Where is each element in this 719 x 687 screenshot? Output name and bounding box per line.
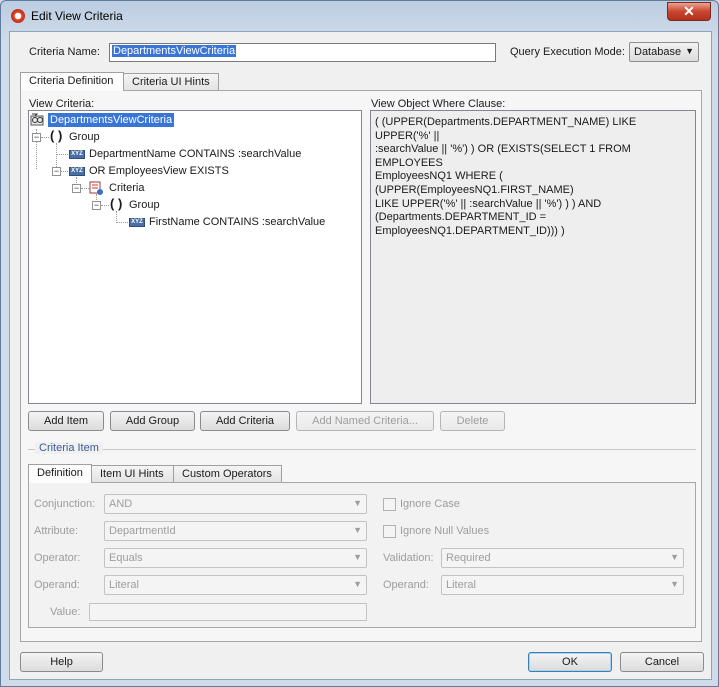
tree-connector <box>116 222 128 223</box>
ignore-case-label: Ignore Case <box>400 498 460 510</box>
tree-item-department-name[interactable]: DepartmentName CONTAINS :searchValue <box>89 146 301 162</box>
where-clause-line: ( (UPPER(Departments.DEPARTMENT_NAME) LI… <box>375 116 637 142</box>
collapse-icon[interactable]: − <box>52 167 61 176</box>
query-execution-mode-select[interactable]: Database ▼ <box>629 42 699 62</box>
where-clause-label: View Object Where Clause: <box>371 98 506 110</box>
dialog-body: Criteria Name: DepartmentsViewCriteria Q… <box>9 31 712 680</box>
chevron-down-icon: ▼ <box>670 552 679 562</box>
collapse-icon[interactable]: − <box>32 133 41 142</box>
validation-value: Required <box>446 552 491 564</box>
tab-definition[interactable]: Definition <box>28 464 92 483</box>
add-criteria-button[interactable]: Add Criteria <box>200 411 290 431</box>
query-mode-value: Database <box>634 46 682 58</box>
conjunction-label: Conjunction: <box>34 498 96 510</box>
window-title: Edit View Criteria <box>31 9 123 23</box>
operand-value: Literal <box>109 579 139 591</box>
tab-item-ui-hints[interactable]: Item UI Hints <box>91 465 174 483</box>
delete-button[interactable]: Delete <box>440 411 505 431</box>
attribute-value: DepartmentId <box>109 525 176 537</box>
value-field[interactable] <box>89 603 367 621</box>
criteria-name-value: DepartmentsViewCriteria <box>112 45 237 57</box>
oracle-app-icon <box>11 9 25 23</box>
tab-criteria-ui-hints[interactable]: Criteria UI Hints <box>123 73 219 91</box>
where-clause-line: LIKE UPPER('%' || :searchValue || '%') )… <box>375 197 602 210</box>
conjunction-select[interactable]: AND ▼ <box>104 494 367 514</box>
attribute-label: Attribute: <box>34 525 79 537</box>
edit-view-criteria-dialog: Edit View Criteria ✕ Criteria Name: Depa… <box>0 0 719 687</box>
criteria-item-title: Criteria Item <box>35 442 103 454</box>
operator-select[interactable]: Equals ▼ <box>104 548 367 568</box>
attribute-select[interactable]: DepartmentId ▼ <box>104 521 367 541</box>
group-parens-icon: ( ) <box>110 196 123 211</box>
criteria-item-separator <box>28 449 696 450</box>
operand2-label: Operand: <box>383 579 429 591</box>
close-icon[interactable]: ✕ <box>667 2 711 21</box>
criteria-icon <box>89 181 103 195</box>
where-clause-line: EmployeesNQ1.DEPARTMENT_ID))) ) <box>375 224 565 237</box>
title-bar: Edit View Criteria ✕ <box>1 1 718 31</box>
operator-value: Equals <box>109 552 143 564</box>
tab-custom-operators[interactable]: Custom Operators <box>173 465 282 483</box>
ignore-null-values-checkbox[interactable] <box>383 525 396 538</box>
validation-label: Validation: <box>383 552 434 564</box>
view-criteria-label: View Criteria: <box>29 98 95 110</box>
tree-item-group-nested[interactable]: Group <box>129 197 160 213</box>
validation-select[interactable]: Required ▼ <box>441 548 684 568</box>
chevron-down-icon: ▼ <box>353 498 362 508</box>
xyz-attribute-icon: XYZ <box>69 150 85 159</box>
add-group-button[interactable]: Add Group <box>110 411 195 431</box>
where-clause-line: EmployeesNQ1 WHERE ( (UPPER(EmployeesNQ1… <box>375 170 574 196</box>
group-parens-icon: ( ) <box>50 128 63 143</box>
chevron-down-icon: ▼ <box>353 552 362 562</box>
chevron-down-icon: ▼ <box>353 579 362 589</box>
chevron-down-icon: ▼ <box>670 579 679 589</box>
query-execution-mode-label: Query Execution Mode: <box>510 46 625 58</box>
operand2-value: Literal <box>446 579 476 591</box>
conjunction-value: AND <box>109 498 133 510</box>
tree-item-first-name[interactable]: FirstName CONTAINS :searchValue <box>149 214 325 230</box>
tree-item-criteria[interactable]: Criteria <box>109 180 144 196</box>
tree-connector <box>41 137 49 138</box>
collapse-icon[interactable]: − <box>92 201 101 210</box>
view-criteria-tree[interactable]: DepartmentsViewCriteria − ( ) Group XYZ … <box>28 110 362 404</box>
ok-button[interactable]: OK <box>528 652 612 672</box>
where-clause-box[interactable]: ( (UPPER(Departments.DEPARTMENT_NAME) LI… <box>370 110 696 404</box>
tree-connector <box>61 171 68 172</box>
add-item-button[interactable]: Add Item <box>28 411 104 431</box>
tree-connector <box>81 188 89 189</box>
xyz-attribute-icon: XYZ <box>129 218 145 227</box>
tree-connector <box>101 205 109 206</box>
where-clause-line: :searchValue || '%') ) OR (EXISTS(SELECT… <box>375 143 631 169</box>
ignore-null-values-label: Ignore Null Values <box>400 525 490 537</box>
criteria-name-label: Criteria Name: <box>29 46 100 58</box>
tree-item-employees-exists[interactable]: OR EmployeesView EXISTS <box>89 163 229 179</box>
tab-criteria-definition[interactable]: Criteria Definition <box>20 72 124 91</box>
operator-label: Operator: <box>34 552 81 564</box>
criteria-name-field[interactable]: DepartmentsViewCriteria <box>109 43 496 62</box>
help-button[interactable]: Help <box>20 652 103 672</box>
tree-item-group[interactable]: Group <box>69 129 100 145</box>
value-label: Value: <box>50 606 81 618</box>
ignore-case-checkbox[interactable] <box>383 498 396 511</box>
tree-item-root[interactable]: DepartmentsViewCriteria <box>48 112 175 128</box>
cancel-button[interactable]: Cancel <box>620 652 704 672</box>
tree-connector <box>56 154 68 155</box>
xyz-attribute-icon: XYZ <box>69 167 85 176</box>
view-criteria-icon <box>30 113 46 127</box>
add-named-criteria-button[interactable]: Add Named Criteria... <box>296 411 434 431</box>
operand-select[interactable]: Literal ▼ <box>104 575 367 595</box>
chevron-down-icon: ▼ <box>353 525 362 535</box>
operand-label: Operand: <box>34 579 80 591</box>
operand2-select[interactable]: Literal ▼ <box>441 575 684 595</box>
chevron-down-icon: ▼ <box>685 46 694 56</box>
where-clause-line: (Departments.DEPARTMENT_ID = <box>375 211 547 224</box>
collapse-icon[interactable]: − <box>72 184 81 193</box>
tree-item-label: DepartmentsViewCriteria <box>48 113 175 127</box>
